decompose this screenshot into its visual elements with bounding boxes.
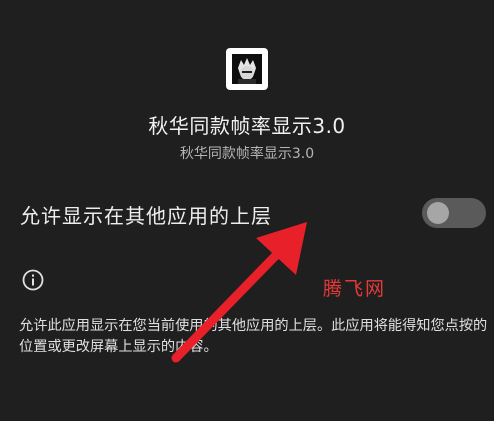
toggle-knob <box>427 202 449 224</box>
app-title: 秋华同款帧率显示3.0 <box>148 114 346 138</box>
watermark-text: 腾飞网 <box>323 278 387 300</box>
info-icon <box>21 268 45 292</box>
permission-screen: 秋华同款帧率显示3.0 秋华同款帧率显示3.0 允许显示在其他应用的上层 腾飞网… <box>0 0 494 421</box>
permission-toggle[interactable] <box>422 198 486 228</box>
app-avatar-icon <box>226 48 268 90</box>
app-subtitle: 秋华同款帧率显示3.0 <box>179 146 315 162</box>
app-icon-image <box>232 54 262 84</box>
permission-description: 允许此应用显示在您当前使用的其他应用的上层。此应用将能得知您点按的位置或更改屏幕… <box>19 318 488 355</box>
permission-label: 允许显示在其他应用的上层 <box>20 204 272 228</box>
